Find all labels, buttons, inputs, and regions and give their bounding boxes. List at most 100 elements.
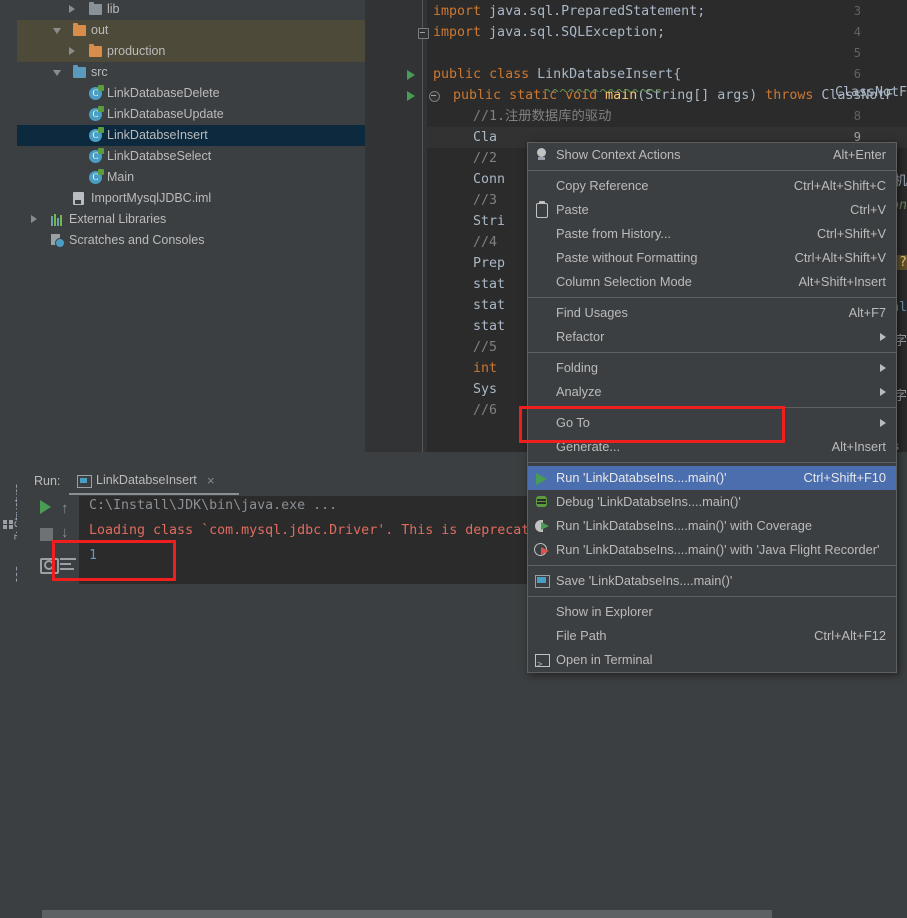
chevron-down-icon[interactable] [53,70,61,76]
menu-item-label: Show in Explorer [556,604,653,619]
code-line: //5 [473,340,498,355]
line-number: 6 [853,67,861,81]
console-line: C:\Install\JDK\bin\java.exe ... [89,498,338,513]
chevron-right-icon[interactable] [69,5,75,13]
code-line: Sys [473,382,498,397]
menu-item-file-path[interactable]: File Path Ctrl+Alt+F12 [528,624,896,648]
menu-item-run-linkdatabseins-main-with-coverage[interactable]: Run 'LinkDatabseIns....main()' with Cove… [528,514,896,538]
run-gutter-icon[interactable] [407,70,415,80]
tree-item-linkdatabaseupdate[interactable]: C LinkDatabaseUpdate [17,104,365,125]
code-line: Cla [473,130,498,145]
menu-item-refactor[interactable]: Refactor [528,325,896,349]
folder-icon [73,23,86,36]
tree-item-label: LinkDatabseSelect [107,149,212,163]
folder-icon [89,2,102,15]
tree-item-scratches-and-consoles[interactable]: Scratches and Consoles [17,230,365,251]
save-icon [533,573,550,589]
menu-item-run-linkdatabseins-main-[interactable]: Run 'LinkDatabseIns....main()' Ctrl+Shift… [528,466,896,490]
java-class-icon: C [89,148,104,163]
menu-item-label: Open in Terminal [556,652,653,667]
menu-item-go-to[interactable]: Go To [528,411,896,435]
menu-item-paste-without-formatting[interactable]: Paste without Formatting Ctrl+Alt+Shift+V [528,246,896,270]
menu-item-paste-from-history-[interactable]: Paste from History... Ctrl+Shift+V [528,222,896,246]
tree-item-out[interactable]: out [17,20,365,41]
tree-item-label: ImportMysqlJDBC.iml [91,191,212,205]
iml-file-icon [73,192,84,205]
menu-item-save-linkdatabseins-main-[interactable]: Save 'LinkDatabseIns....main()' [528,569,896,593]
menu-item-copy-reference[interactable]: Copy Reference Ctrl+Alt+Shift+C [528,174,896,198]
code-line: //6 [473,403,498,418]
tree-item-main[interactable]: C Main [17,167,365,188]
tree-item-label: LinkDatabseInsert [107,128,208,142]
editor-context-menu[interactable]: Show Context Actions Alt+Enter Copy Refere… [527,142,897,676]
menu-item-shortcut: Ctrl+Shift+V [817,226,886,241]
fold-collapse-icon[interactable] [418,28,429,39]
menu-item-folding[interactable]: Folding [528,356,896,380]
scrollbar-thumb-bottom[interactable] [42,910,772,918]
menu-item-paste[interactable]: Paste Ctrl+V [528,198,896,222]
fold-guide-line [422,0,423,452]
tree-item-importmysqljdbc-iml[interactable]: ImportMysqlJDBC.iml [17,188,365,209]
code-line: //2 [473,151,498,166]
code-line: import java.sql.PreparedStatement; [433,4,706,19]
lightbulb-icon [533,147,549,163]
menu-item-label: Run 'LinkDatabseIns....main()' with 'Jav… [556,542,880,557]
menu-item-shortcut: Ctrl+Alt+F12 [814,628,886,643]
down-arrow-icon[interactable]: ↓ [61,524,69,541]
menu-item-analyze[interactable]: Analyze [528,380,896,404]
menu-item-show-context-actions[interactable]: Show Context Actions Alt+Enter [528,143,896,167]
menu-item-generate-[interactable]: Generate... Alt+Insert [528,435,896,459]
tree-item-label: out [91,23,109,37]
chevron-down-icon[interactable] [53,28,61,34]
terminal-icon [533,652,550,676]
line-number: 5 [853,46,861,60]
tree-item-label: production [107,44,166,58]
menu-item-run-linkdatabseins-main-with-java-flight[interactable]: Run 'LinkDatabseIns....main()' with 'Jav… [528,538,896,562]
menu-item-label: Paste without Formatting [556,250,698,265]
menu-item-open-in-terminal[interactable]: Open in Terminal [528,648,896,676]
code-line: import java.sql.SQLException; [433,25,666,40]
menu-item-column-selection-mode[interactable]: Column Selection Mode Alt+Shift+Insert [528,270,896,294]
code-line: //1.注册数据库的驱动 [473,109,612,124]
chevron-right-icon[interactable] [69,47,75,55]
menu-item-label: Column Selection Mode [556,274,692,289]
scratches-icon [51,234,65,248]
rerun-button[interactable] [40,500,58,518]
library-icon [51,214,64,226]
jfr-icon[interactable] [888,492,905,509]
tree-item-lib[interactable]: lib [17,0,365,20]
menu-item-debug-linkdatabseins-main-[interactable]: Debug 'LinkDatabseIns....main()' [528,490,896,514]
run-gutter-icon[interactable] [407,91,415,101]
tree-item-label: src [91,65,108,79]
tree-item-external-libraries[interactable]: External Libraries [17,209,365,230]
tree-item-linkdatabseinsert[interactable]: C LinkDatabseInsert [17,125,365,146]
menu-item-show-in-explorer[interactable]: Show in Explorer [528,600,896,624]
menu-item-label: Analyze [556,384,602,399]
menu-item-label: Folding [556,360,598,375]
editor-gutter [365,0,427,452]
java-class-icon: C [89,127,104,142]
menu-item-find-usages[interactable]: Find Usages Alt+F7 [528,301,896,325]
up-arrow-icon[interactable]: ↑ [61,500,69,517]
chevron-right-icon[interactable] [31,215,37,223]
tree-item-src[interactable]: src [17,62,365,83]
annotation-box-output-value [52,540,176,581]
menu-item-shortcut: Ctrl+Shift+F10 [803,470,886,485]
fold-collapse-icon[interactable] [429,91,440,102]
tree-item-label: LinkDatabaseDelete [107,86,220,100]
folder-icon [89,44,102,57]
editor-bottom-scrollbar[interactable] [42,910,907,918]
menu-item-label: Show Context Actions [556,147,681,162]
tree-item-production[interactable]: production [17,41,365,62]
project-tree-panel[interactable]: lib out production src C LinkDatabaseDelete C L… [17,0,365,452]
java-class-icon: C [89,169,104,184]
tree-item-linkdatabasedelete[interactable]: C LinkDatabaseDelete [17,83,365,104]
play-icon [40,500,51,514]
menu-item-label: Paste from History... [556,226,671,241]
close-icon[interactable]: × [207,473,215,488]
coverage-icon[interactable] [888,462,905,479]
line-number: 8 [853,109,861,123]
java-class-icon: C [89,106,104,121]
menu-separator [528,462,896,463]
tree-item-linkdatabseselect[interactable]: C LinkDatabseSelect [17,146,365,167]
